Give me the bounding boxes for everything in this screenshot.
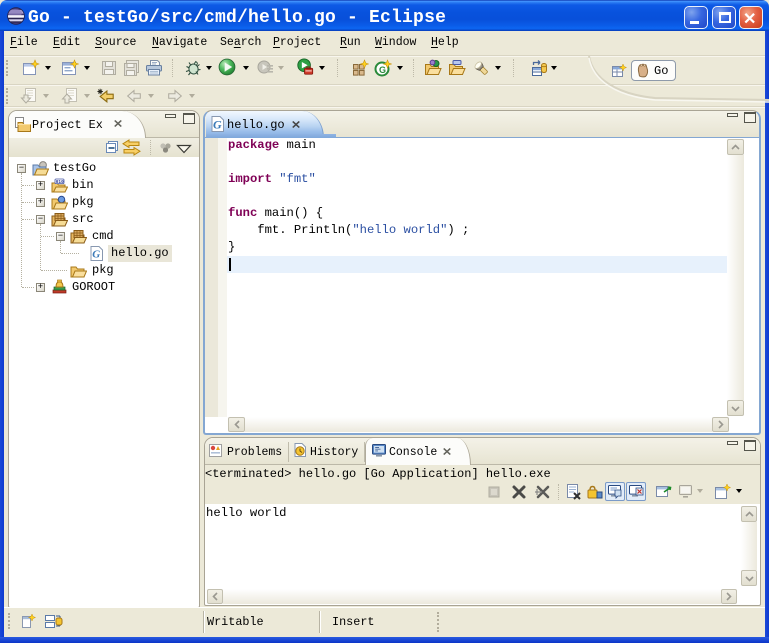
svg-text:010: 010 <box>56 180 64 185</box>
svg-text:G: G <box>379 65 386 75</box>
svg-text:G: G <box>213 118 222 132</box>
svg-text:G: G <box>92 249 100 261</box>
